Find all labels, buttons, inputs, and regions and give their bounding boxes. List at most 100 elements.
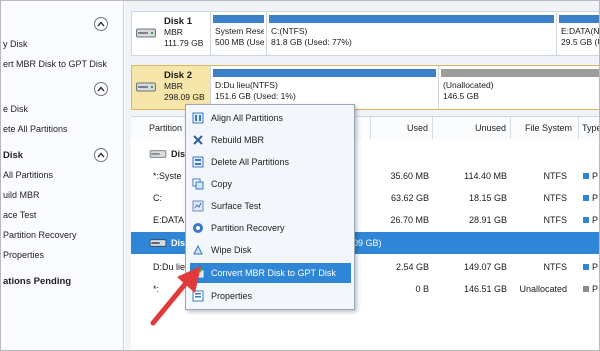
sidebar-item-wipe-disk[interactable]: e Disk: [3, 104, 28, 114]
operations-pending-title: ations Pending: [3, 276, 72, 287]
partition-label: System Rese 500 MB (Use: [215, 26, 264, 47]
sidebar-item-properties[interactable]: Properties: [3, 250, 44, 260]
cell-unused: 149.07 GB: [463, 262, 507, 272]
partition-block[interactable]: E:DATA(N 29.5 GB (U: [556, 12, 599, 55]
cell-type: P: [592, 215, 599, 225]
recovery-icon: [193, 223, 203, 233]
menu-item-copy[interactable]: Copy: [190, 174, 351, 194]
type-color-marker: [583, 264, 589, 270]
sidebar-item-surface-test[interactable]: ace Test: [3, 210, 36, 220]
cell-file-system: NTFS: [543, 215, 568, 225]
cell-used: 2.54 GB: [395, 262, 429, 272]
partition-label: (Unallocated) 146.5 GB: [443, 80, 494, 101]
partition-label: C:(NTFS) 81.8 GB (Used: 77%): [271, 26, 352, 47]
disk-info[interactable]: Disk 1 MBR 111.79 GB: [132, 12, 210, 55]
cell-type: P: [592, 262, 599, 272]
cell-disk-size: 09 GB): [353, 238, 382, 248]
cell-type: P: [592, 171, 599, 181]
menu-item-wipe-disk[interactable]: Wipe Disk: [190, 240, 351, 260]
cell-used: 35.60 MB: [390, 171, 429, 181]
cell-file-system: NTFS: [543, 262, 568, 272]
app-window: y Disk ert MBR Disk to GPT Disk e Disk e…: [0, 0, 600, 351]
annotation-arrow-icon: [150, 266, 201, 326]
menu-item-align-all[interactable]: Align All Partitions: [190, 108, 351, 128]
usage-bar: [213, 69, 436, 77]
menu-item-label: Wipe Disk: [211, 245, 252, 255]
disk-info[interactable]: Disk 2 MBR 298.09 GB: [132, 66, 210, 109]
menu-item-label: Properties: [211, 291, 253, 301]
usage-bar: [269, 15, 554, 23]
collapse-toggle[interactable]: [94, 148, 108, 162]
menu-item-convert-mbr-to-gpt[interactable]: Convert MBR Disk to GPT Disk: [190, 263, 351, 283]
chevron-up-icon: [97, 86, 105, 92]
usage-bar: [559, 15, 599, 23]
sidebar-item-partition-recovery[interactable]: Partition Recovery: [3, 230, 77, 240]
menu-item-label: Align All Partitions: [211, 113, 284, 123]
sidebar-item-rebuild-mbr[interactable]: uild MBR: [3, 190, 40, 200]
sidebar-item-align-all[interactable]: All Partitions: [3, 170, 53, 180]
cell-file-system: NTFS: [543, 171, 568, 181]
cell-used: 0 B: [415, 284, 429, 294]
menu-item-rebuild-mbr[interactable]: Rebuild MBR: [190, 130, 351, 150]
cell-file-system: NTFS: [543, 193, 568, 203]
sidebar-item-delete-all[interactable]: ete All Partitions: [3, 124, 68, 134]
chevron-up-icon: [97, 152, 105, 158]
menu-item-label: Partition Recovery: [211, 223, 285, 233]
disk-name: Disk 1: [164, 16, 192, 27]
usage-bar: [441, 69, 599, 77]
collapse-toggle[interactable]: [94, 17, 108, 31]
disk-map-row[interactable]: Disk 1 MBR 111.79 GB System Rese 500 MB …: [131, 11, 599, 56]
type-color-marker: [583, 217, 589, 223]
type-color-marker: [583, 195, 589, 201]
cell-file-system: Unallocated: [519, 284, 567, 294]
partition-block[interactable]: D:Du lieu(NTFS) 151.6 GB (Used: 1%): [210, 66, 438, 109]
cell-partition: *:Syste: [153, 171, 182, 181]
type-color-marker: [583, 173, 589, 179]
menu-item-label: Convert MBR Disk to GPT Disk: [211, 268, 336, 278]
menu-item-surface-test[interactable]: Surface Test: [190, 196, 351, 216]
menu-item-properties[interactable]: Properties: [190, 286, 351, 306]
cell-type: P: [592, 193, 599, 203]
partition-block-unallocated[interactable]: (Unallocated) 146.5 GB: [438, 66, 599, 109]
cell-unused: 28.91 GB: [468, 215, 507, 225]
type-color-marker: [583, 286, 589, 292]
column-header-used[interactable]: Used: [371, 117, 433, 139]
menu-item-delete-all[interactable]: Delete All Partitions: [190, 152, 351, 172]
disk-details: MBR 111.79 GB: [164, 27, 203, 49]
disk-details: MBR 298.09 GB: [164, 81, 205, 103]
column-header-type[interactable]: Type: [579, 117, 599, 139]
chevron-up-icon: [97, 21, 105, 27]
rebuild-icon: [193, 135, 203, 145]
align-icon: [192, 112, 204, 124]
disk-size: 298.09 GB: [164, 92, 205, 102]
disk-name: Disk 2: [164, 70, 192, 81]
partition-block[interactable]: System Rese 500 MB (Use: [210, 12, 266, 55]
sidebar-item-copy-disk[interactable]: y Disk: [3, 39, 28, 49]
hard-disk-icon: [149, 239, 167, 247]
collapse-toggle[interactable]: [94, 82, 108, 96]
cell-unused: 18.15 GB: [468, 193, 507, 203]
copy-icon: [192, 178, 204, 190]
usage-bar: [213, 15, 264, 23]
disk-size: 111.79 GB: [164, 38, 204, 48]
hard-disk-icon: [136, 28, 156, 38]
cell-partition: E:DATA: [153, 215, 185, 225]
partition-label: D:Du lieu(NTFS) 151.6 GB (Used: 1%): [215, 80, 296, 101]
menu-item-label: Surface Test: [211, 201, 261, 211]
menu-item-label: Rebuild MBR: [211, 135, 265, 145]
context-menu: Align All Partitions Rebuild MBR Delete …: [185, 104, 355, 310]
cell-unused: 146.51 GB: [463, 284, 507, 294]
sidebar-item-convert-mbr[interactable]: ert MBR Disk to GPT Disk: [3, 59, 107, 69]
hard-disk-icon: [149, 150, 167, 158]
cell-used: 26.70 MB: [390, 215, 429, 225]
column-header-file-system[interactable]: File System: [511, 117, 579, 139]
delete-icon: [192, 156, 204, 168]
cell-unused: 114.40 MB: [464, 171, 507, 181]
column-header-unused[interactable]: Unused: [433, 117, 511, 139]
menu-item-partition-recovery[interactable]: Partition Recovery: [190, 218, 351, 238]
surface-test-icon: [192, 200, 204, 212]
hard-disk-icon: [136, 82, 156, 92]
partition-block[interactable]: C:(NTFS) 81.8 GB (Used: 77%): [266, 12, 556, 55]
disk-scheme: MBR: [164, 81, 183, 91]
sidebar: y Disk ert MBR Disk to GPT Disk e Disk e…: [1, 1, 124, 350]
